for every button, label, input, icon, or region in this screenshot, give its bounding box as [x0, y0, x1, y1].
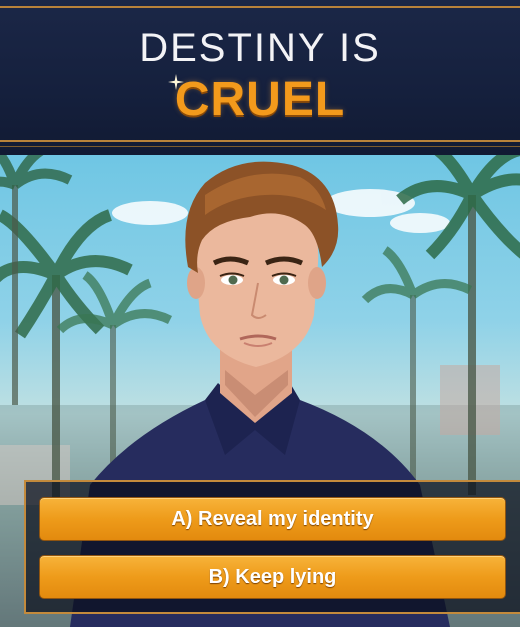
title-banner: DESTINY IS CRUEL [0, 0, 520, 155]
banner-bottom-rule-thin [0, 146, 520, 147]
sparkle-icon [168, 74, 184, 90]
banner-bottom-rule [0, 140, 520, 142]
title-line-1: DESTINY IS [139, 26, 381, 70]
choice-a-button[interactable]: A) Reveal my identity [39, 497, 506, 541]
title-line-2: CRUEL [174, 73, 346, 126]
choice-b-button[interactable]: B) Keep lying [39, 555, 506, 599]
choice-panel: A) Reveal my identity B) Keep lying [24, 480, 520, 614]
banner-top-rule [0, 6, 520, 8]
